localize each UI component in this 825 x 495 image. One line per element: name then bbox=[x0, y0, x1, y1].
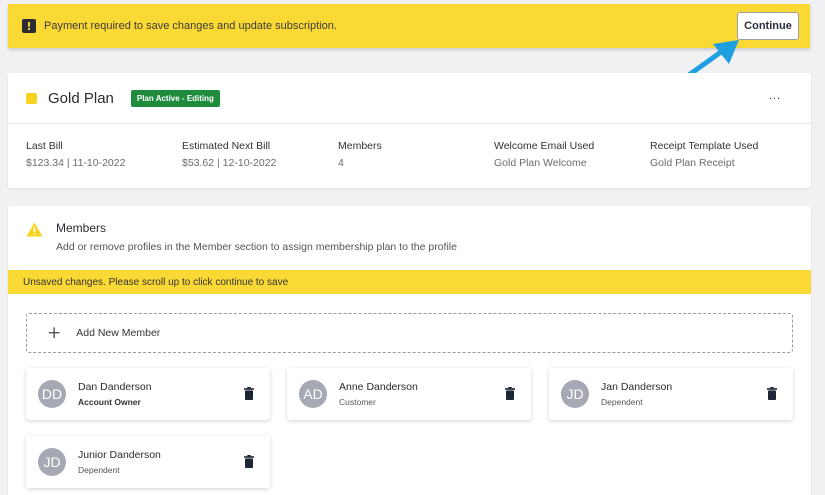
members-card: Members Add or remove profiles in the Me… bbox=[8, 206, 811, 495]
plan-details: Last Bill $123.34 | 11-10-2022 Estimated… bbox=[8, 124, 811, 169]
members-title: Members bbox=[56, 221, 107, 235]
warning-icon bbox=[26, 222, 43, 237]
field-label: Members bbox=[338, 140, 382, 152]
member-name: Anne Danderson bbox=[339, 381, 418, 393]
member-card: JD Jan Danderson Dependent bbox=[549, 368, 793, 420]
field-value: Gold Plan Welcome bbox=[494, 157, 587, 169]
avatar: JD bbox=[561, 380, 589, 408]
plan-color-swatch bbox=[26, 92, 37, 104]
field-value: $123.34 | 11-10-2022 bbox=[26, 157, 126, 169]
member-card: AD Anne Danderson Customer bbox=[287, 368, 531, 420]
trash-icon[interactable] bbox=[244, 387, 254, 400]
avatar: AD bbox=[299, 380, 327, 408]
member-role: Account Owner bbox=[78, 397, 141, 407]
field-value: Gold Plan Receipt bbox=[650, 157, 735, 169]
trash-icon[interactable] bbox=[505, 387, 515, 400]
more-options-button[interactable]: ... bbox=[769, 90, 781, 102]
field-label: Last Bill bbox=[26, 140, 63, 152]
member-role: Dependent bbox=[78, 465, 120, 475]
member-name: Jan Danderson bbox=[601, 381, 673, 393]
continue-button[interactable]: Continue bbox=[737, 12, 799, 40]
trash-icon[interactable] bbox=[244, 455, 254, 468]
field-label: Estimated Next Bill bbox=[182, 140, 271, 152]
unsaved-changes-notice: Unsaved changes. Please scroll up to cli… bbox=[8, 270, 811, 294]
field-value: 4 bbox=[338, 157, 344, 169]
member-card: JD Junior Danderson Dependent bbox=[26, 436, 270, 488]
field-label: Welcome Email Used bbox=[494, 140, 595, 152]
avatar: DD bbox=[38, 380, 66, 408]
status-badge: Plan Active - Editing bbox=[130, 89, 220, 107]
add-member-label: Add New Member bbox=[76, 327, 161, 339]
field-estimated-next-bill: Estimated Next Bill $53.62 | 12-10-2022 bbox=[182, 140, 338, 169]
members-subtitle: Add or remove profiles in the Member sec… bbox=[56, 241, 457, 253]
plus-icon: + bbox=[47, 323, 62, 343]
member-card: DD Dan Danderson Account Owner bbox=[26, 368, 270, 420]
field-receipt-template: Receipt Template Used Gold Plan Receipt bbox=[650, 140, 806, 169]
member-name: Dan Danderson bbox=[78, 381, 152, 393]
plan-title: Gold Plan bbox=[48, 89, 114, 107]
avatar: JD bbox=[38, 448, 66, 476]
plan-card: Gold Plan Plan Active - Editing ... Last… bbox=[8, 73, 811, 188]
member-role: Dependent bbox=[601, 397, 643, 407]
plan-header: Gold Plan Plan Active - Editing ... bbox=[8, 73, 811, 124]
member-name: Junior Danderson bbox=[78, 449, 161, 461]
field-label: Receipt Template Used bbox=[650, 140, 759, 152]
field-last-bill: Last Bill $123.34 | 11-10-2022 bbox=[26, 140, 182, 169]
field-welcome-email: Welcome Email Used Gold Plan Welcome bbox=[494, 140, 650, 169]
exclamation-icon: ! bbox=[22, 19, 36, 33]
field-members: Members 4 bbox=[338, 140, 494, 169]
banner-message: Payment required to save changes and upd… bbox=[44, 20, 337, 32]
trash-icon[interactable] bbox=[767, 387, 777, 400]
add-new-member-button[interactable]: + Add New Member bbox=[26, 313, 793, 353]
member-role: Customer bbox=[339, 397, 376, 407]
field-value: $53.62 | 12-10-2022 bbox=[182, 157, 277, 169]
